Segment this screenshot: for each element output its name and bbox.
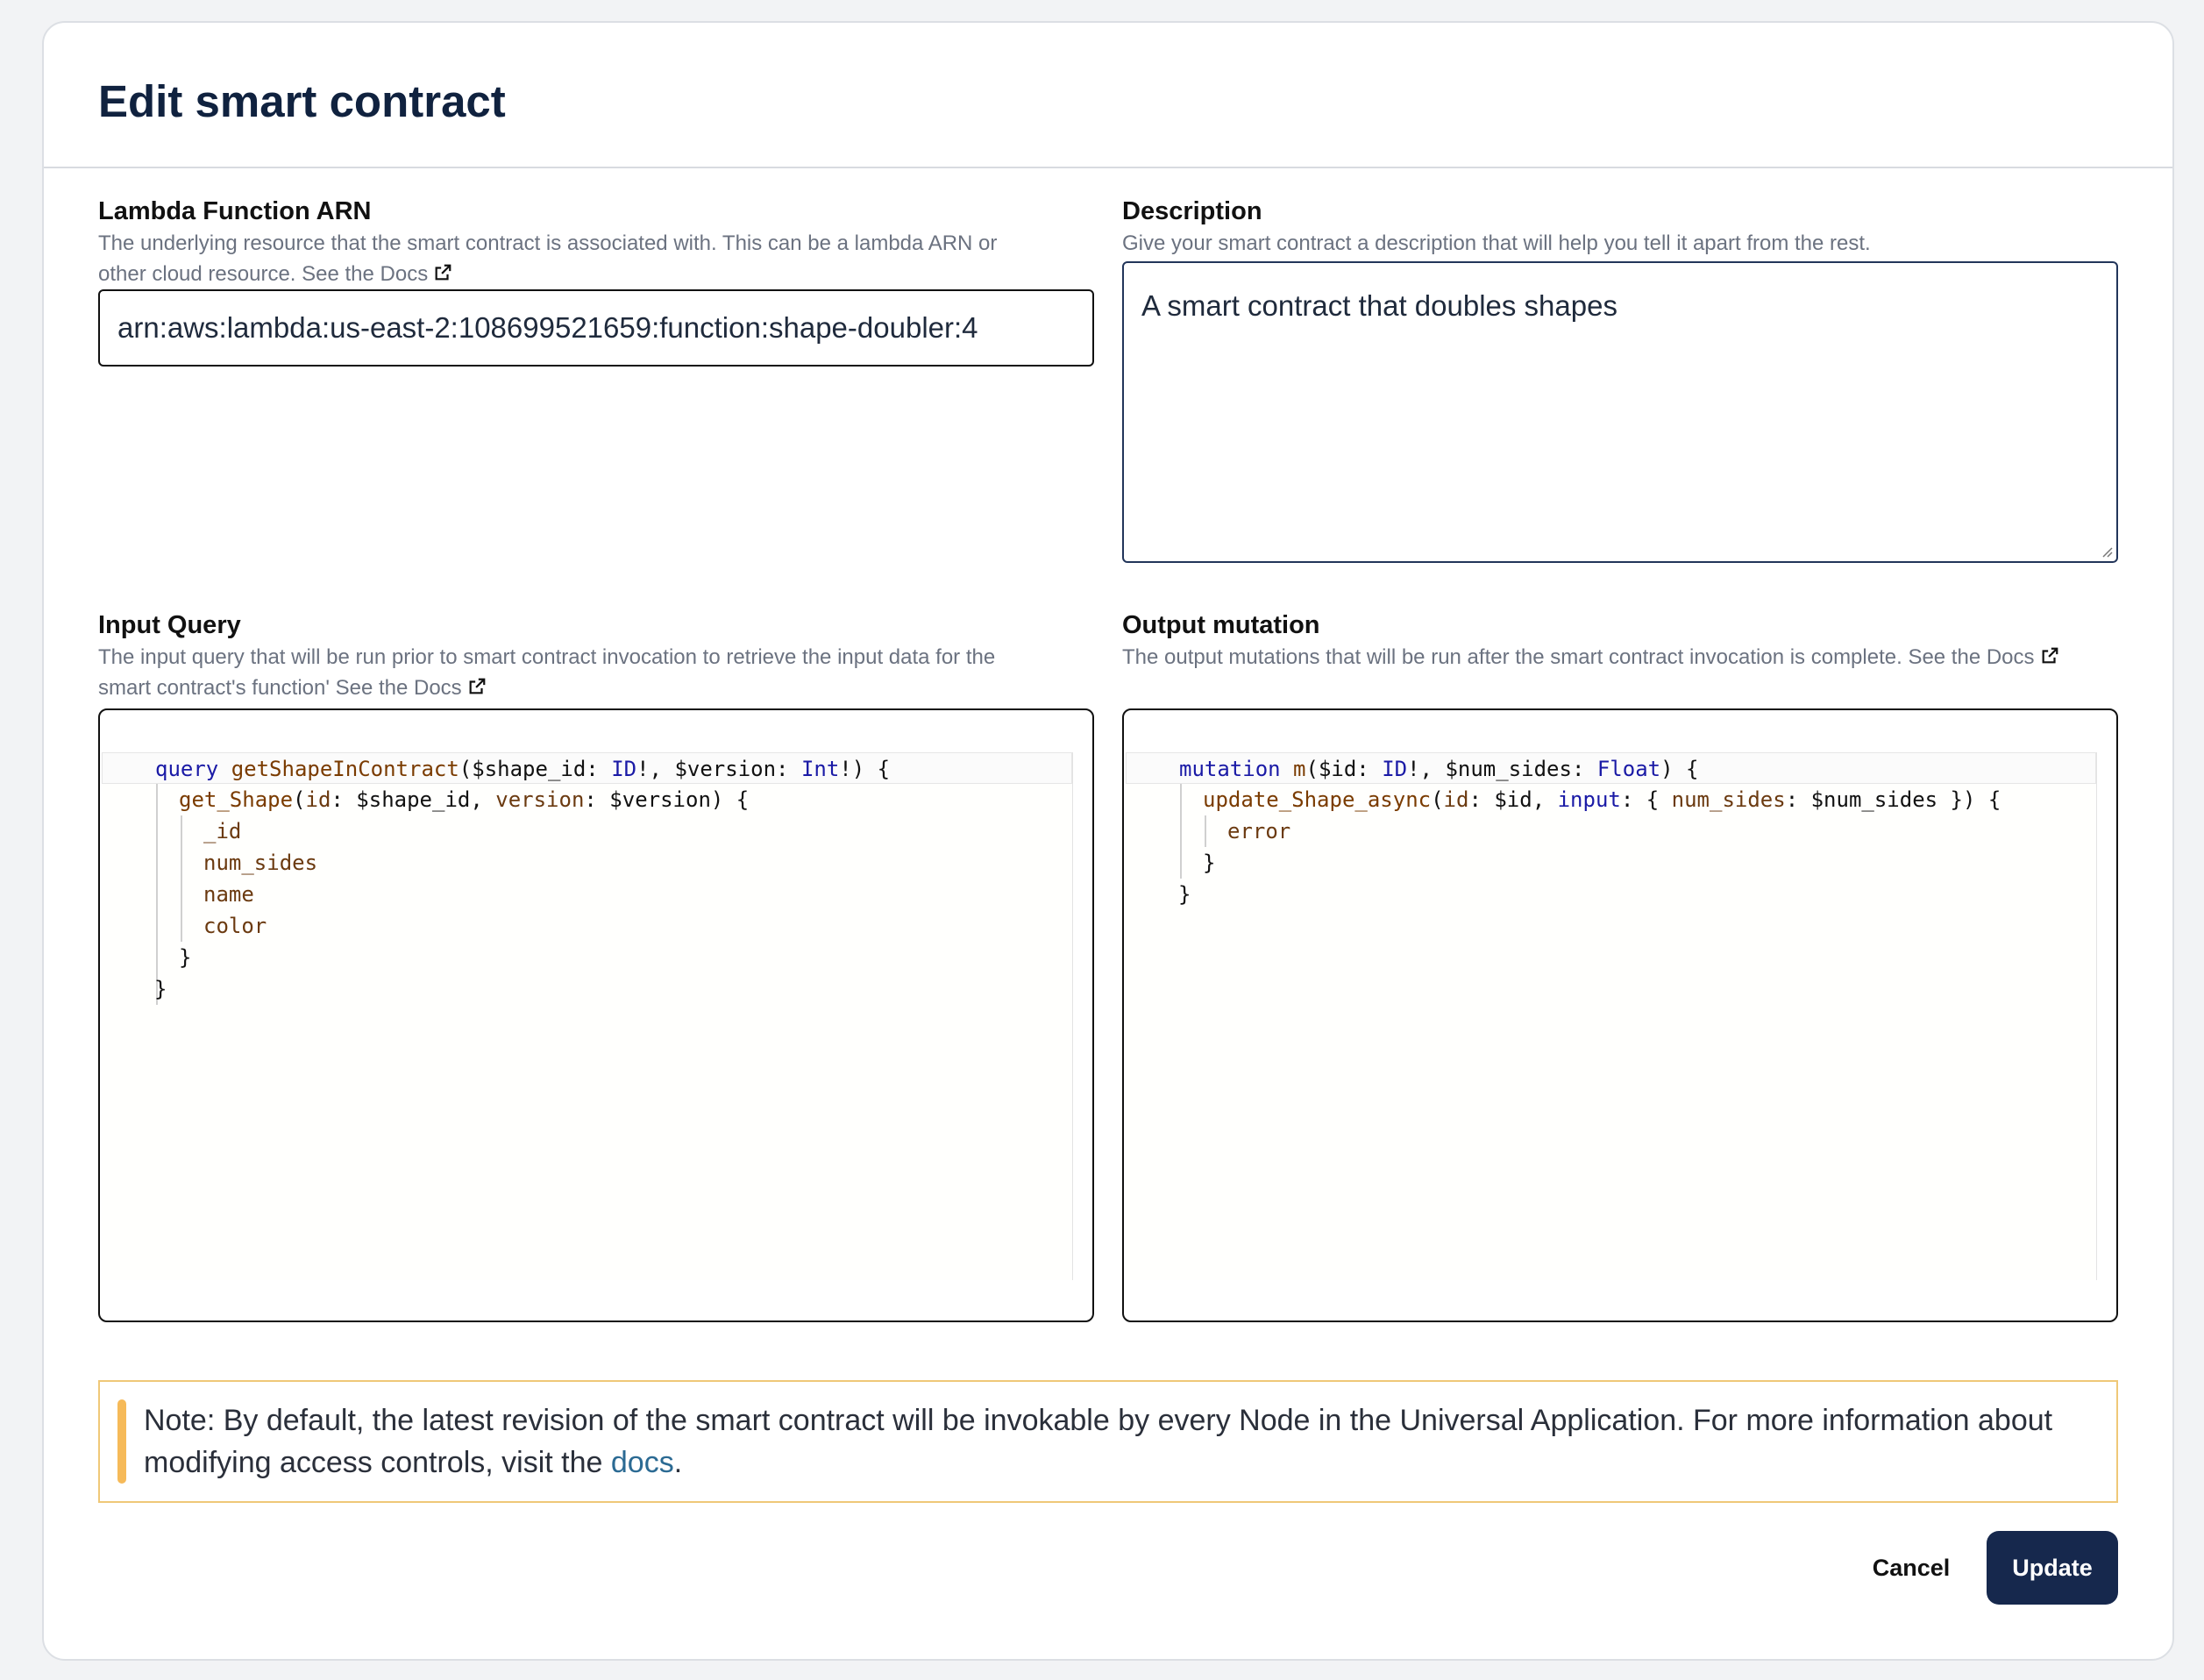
resize-handle-icon[interactable]: [2099, 544, 2113, 558]
output-mutation-field: Output mutation The output mutations tha…: [1122, 609, 2118, 673]
input-query-help: The input query that will be run prior t…: [98, 642, 1094, 703]
code-line[interactable]: }: [102, 942, 1072, 973]
lambda-arn-field: Lambda Function ARN The underlying resou…: [98, 195, 1094, 289]
output-mutation-code-area[interactable]: mutation m($id: ID!, $num_sides: Float) …: [1126, 752, 2097, 1280]
description-value: A smart contract that doubles shapes: [1141, 289, 1617, 322]
input-query-docs-link[interactable]: smart contract's function' See the Docs: [98, 676, 462, 700]
output-mutation-editor[interactable]: mutation m($id: ID!, $num_sides: Float) …: [1122, 708, 2118, 1322]
description-label: Description: [1122, 197, 1262, 225]
note-accent-bar: [117, 1399, 126, 1484]
output-mutation-label: Output mutation: [1122, 611, 1320, 639]
input-query-editor[interactable]: query getShapeInContract($shape_id: ID!,…: [98, 708, 1094, 1322]
input-query-label: Input Query: [98, 611, 241, 639]
output-mutation-docs-link[interactable]: The output mutations that will be run af…: [1122, 645, 2035, 669]
modal-title: Edit smart contract: [98, 76, 506, 126]
lambda-arn-label: Lambda Function ARN: [98, 197, 372, 225]
code-line[interactable]: _id: [102, 815, 1072, 847]
description-textarea[interactable]: A smart contract that doubles shapes: [1122, 261, 2118, 563]
note-text: Note: By default, the latest revision of…: [144, 1404, 2053, 1479]
external-link-icon[interactable]: [2040, 646, 2059, 666]
cancel-button[interactable]: Cancel: [1850, 1531, 1973, 1605]
input-query-field: Input Query The input query that will be…: [98, 609, 1094, 703]
external-link-icon[interactable]: [467, 677, 487, 696]
input-query-code-area[interactable]: query getShapeInContract($shape_id: ID!,…: [102, 752, 1073, 1280]
lambda-arn-help-line2: other cloud resource. See the Docs: [98, 259, 1094, 289]
code-line[interactable]: color: [102, 910, 1072, 942]
description-field: Description Give your smart contract a d…: [1122, 195, 2118, 259]
access-control-note: Note: By default, the latest revision of…: [98, 1380, 2118, 1503]
code-line[interactable]: query getShapeInContract($shape_id: ID!,…: [102, 752, 1072, 784]
code-line[interactable]: num_sides: [102, 847, 1072, 879]
code-line[interactable]: error: [1126, 815, 2096, 847]
input-query-help-line2: smart contract's function' See the Docs: [98, 673, 1094, 703]
input-query-help-line1: The input query that will be run prior t…: [98, 645, 996, 669]
code-line[interactable]: }: [102, 973, 1072, 1005]
description-help: Give your smart contract a description t…: [1122, 231, 1871, 255]
code-line[interactable]: get_Shape(id: $shape_id, version: $versi…: [102, 784, 1072, 815]
code-line[interactable]: }: [1126, 879, 2096, 910]
docs-link[interactable]: docs: [611, 1446, 674, 1479]
output-mutation-help: The output mutations that will be run af…: [1122, 642, 2118, 673]
lambda-arn-help-line1: The underlying resource that the smart c…: [98, 231, 998, 255]
lambda-arn-docs-link[interactable]: other cloud resource. See the Docs: [98, 262, 428, 286]
code-line[interactable]: }: [1126, 847, 2096, 879]
external-link-icon[interactable]: [433, 263, 452, 282]
code-line[interactable]: name: [102, 879, 1072, 910]
code-line[interactable]: mutation m($id: ID!, $num_sides: Float) …: [1126, 752, 2096, 784]
lambda-arn-value: arn:aws:lambda:us-east-2:108699521659:fu…: [117, 311, 978, 344]
lambda-arn-help: The underlying resource that the smart c…: [98, 228, 1094, 289]
modal-header: Edit smart contract: [44, 23, 2172, 168]
update-button[interactable]: Update: [1987, 1531, 2118, 1605]
code-line[interactable]: update_Shape_async(id: $id, input: { num…: [1126, 784, 2096, 815]
lambda-arn-input[interactable]: arn:aws:lambda:us-east-2:108699521659:fu…: [98, 289, 1094, 367]
edit-smart-contract-modal: Edit smart contract Lambda Function ARN …: [42, 21, 2174, 1661]
